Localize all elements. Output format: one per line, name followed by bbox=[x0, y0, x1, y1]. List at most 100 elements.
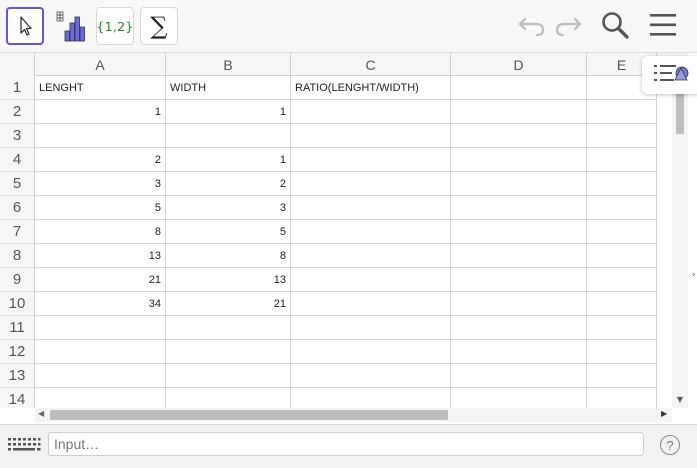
cell-a4[interactable]: 2 bbox=[35, 148, 166, 172]
cell-d11[interactable] bbox=[451, 316, 587, 340]
cell-b9[interactable]: 13 bbox=[166, 268, 291, 292]
style-bar-toggle-button[interactable] bbox=[642, 56, 697, 94]
cell-e4[interactable] bbox=[587, 148, 657, 172]
cell-a6[interactable]: 5 bbox=[35, 196, 166, 220]
cell-a10[interactable]: 34 bbox=[35, 292, 166, 316]
cell-d9[interactable] bbox=[451, 268, 587, 292]
cell-e9[interactable] bbox=[587, 268, 657, 292]
cell-d8[interactable] bbox=[451, 244, 587, 268]
column-header-a[interactable]: A bbox=[35, 53, 166, 76]
cell-b1[interactable]: WIDTH bbox=[166, 76, 291, 100]
cell-d2[interactable] bbox=[451, 100, 587, 124]
cell-e13[interactable] bbox=[587, 364, 657, 388]
row-header[interactable]: 10 bbox=[0, 292, 35, 316]
move-tool-button[interactable] bbox=[6, 7, 44, 45]
cell-b4[interactable]: 1 bbox=[166, 148, 291, 172]
scroll-left-arrow-icon[interactable]: ◀ bbox=[38, 409, 44, 418]
row-header[interactable]: 5 bbox=[0, 172, 35, 196]
cell-b10[interactable]: 21 bbox=[166, 292, 291, 316]
row-header[interactable]: 1 bbox=[0, 76, 35, 100]
create-list-tool-button[interactable]: {1,2} bbox=[96, 7, 134, 45]
cell-e6[interactable] bbox=[587, 196, 657, 220]
cell-d1[interactable] bbox=[451, 76, 587, 100]
cell-c4[interactable] bbox=[291, 148, 451, 172]
cell-d13[interactable] bbox=[451, 364, 587, 388]
cell-d5[interactable] bbox=[451, 172, 587, 196]
cell-c6[interactable] bbox=[291, 196, 451, 220]
cell-c13[interactable] bbox=[291, 364, 451, 388]
vertical-scrollbar-thumb[interactable] bbox=[676, 92, 684, 134]
cell-b8[interactable]: 8 bbox=[166, 244, 291, 268]
row-header[interactable]: 8 bbox=[0, 244, 35, 268]
cell-c12[interactable] bbox=[291, 340, 451, 364]
cell-c2[interactable] bbox=[291, 100, 451, 124]
cell-e14[interactable] bbox=[587, 388, 657, 408]
cell-a1[interactable]: LENGHT bbox=[35, 76, 166, 100]
cell-e3[interactable] bbox=[587, 124, 657, 148]
cell-d7[interactable] bbox=[451, 220, 587, 244]
cell-b11[interactable] bbox=[166, 316, 291, 340]
cell-b5[interactable]: 2 bbox=[166, 172, 291, 196]
main-menu-button[interactable] bbox=[648, 12, 678, 42]
cell-a2[interactable]: 1 bbox=[35, 100, 166, 124]
row-header[interactable]: 9 bbox=[0, 268, 35, 292]
cell-d14[interactable] bbox=[451, 388, 587, 408]
cell-a7[interactable]: 8 bbox=[35, 220, 166, 244]
cell-a13[interactable] bbox=[35, 364, 166, 388]
cell-c7[interactable] bbox=[291, 220, 451, 244]
column-header-c[interactable]: C bbox=[291, 53, 451, 76]
cell-c5[interactable] bbox=[291, 172, 451, 196]
row-header[interactable]: 3 bbox=[0, 124, 35, 148]
cell-a14[interactable] bbox=[35, 388, 166, 408]
undo-button[interactable] bbox=[517, 12, 547, 42]
cell-e7[interactable] bbox=[587, 220, 657, 244]
cell-c10[interactable] bbox=[291, 292, 451, 316]
cell-d4[interactable] bbox=[451, 148, 587, 172]
row-header[interactable]: 6 bbox=[0, 196, 35, 220]
row-header[interactable]: 4 bbox=[0, 148, 35, 172]
row-header[interactable]: 12 bbox=[0, 340, 35, 364]
cell-b2[interactable]: 1 bbox=[166, 100, 291, 124]
cell-a9[interactable]: 21 bbox=[35, 268, 166, 292]
search-button[interactable] bbox=[600, 12, 630, 42]
cell-e10[interactable] bbox=[587, 292, 657, 316]
cell-d6[interactable] bbox=[451, 196, 587, 220]
scroll-down-arrow-icon[interactable]: ▼ bbox=[675, 396, 685, 404]
cell-a12[interactable] bbox=[35, 340, 166, 364]
cell-e2[interactable] bbox=[587, 100, 657, 124]
row-header[interactable]: 11 bbox=[0, 316, 35, 340]
scroll-right-arrow-icon[interactable]: ▶ bbox=[661, 409, 667, 418]
cell-b13[interactable] bbox=[166, 364, 291, 388]
cell-e12[interactable] bbox=[587, 340, 657, 364]
cell-c9[interactable] bbox=[291, 268, 451, 292]
one-variable-analysis-tool-button[interactable] bbox=[52, 7, 90, 45]
spreadsheet-grid[interactable]: ABCDE 1 LENGHT WIDTH RATIO(LENGHT/WIDTH) 2 1 1… bbox=[0, 53, 672, 408]
redo-button[interactable] bbox=[553, 12, 583, 42]
cell-c14[interactable] bbox=[291, 388, 451, 408]
cell-a11[interactable] bbox=[35, 316, 166, 340]
row-header[interactable]: 7 bbox=[0, 220, 35, 244]
cell-e8[interactable] bbox=[587, 244, 657, 268]
cell-b12[interactable] bbox=[166, 340, 291, 364]
cell-e11[interactable] bbox=[587, 316, 657, 340]
cell-a5[interactable]: 3 bbox=[35, 172, 166, 196]
cell-d3[interactable] bbox=[451, 124, 587, 148]
horizontal-scrollbar-thumb[interactable] bbox=[50, 410, 448, 420]
cell-e5[interactable] bbox=[587, 172, 657, 196]
row-header[interactable]: 2 bbox=[0, 100, 35, 124]
cell-d12[interactable] bbox=[451, 340, 587, 364]
cell-a8[interactable]: 13 bbox=[35, 244, 166, 268]
algebra-input-field[interactable] bbox=[48, 432, 644, 456]
keyboard-toggle-button[interactable] bbox=[6, 434, 42, 456]
column-header-d[interactable]: D bbox=[451, 53, 587, 76]
cell-d10[interactable] bbox=[451, 292, 587, 316]
row-header[interactable]: 13 bbox=[0, 364, 35, 388]
cell-c11[interactable] bbox=[291, 316, 451, 340]
column-header-b[interactable]: B bbox=[166, 53, 291, 76]
sum-tool-button[interactable]: ∑ bbox=[140, 7, 178, 45]
cell-b14[interactable] bbox=[166, 388, 291, 408]
help-button[interactable]: ? bbox=[660, 435, 680, 455]
cell-a3[interactable] bbox=[35, 124, 166, 148]
side-panel-handle-icon[interactable]: › bbox=[692, 270, 696, 280]
row-header[interactable]: 14 bbox=[0, 388, 35, 408]
